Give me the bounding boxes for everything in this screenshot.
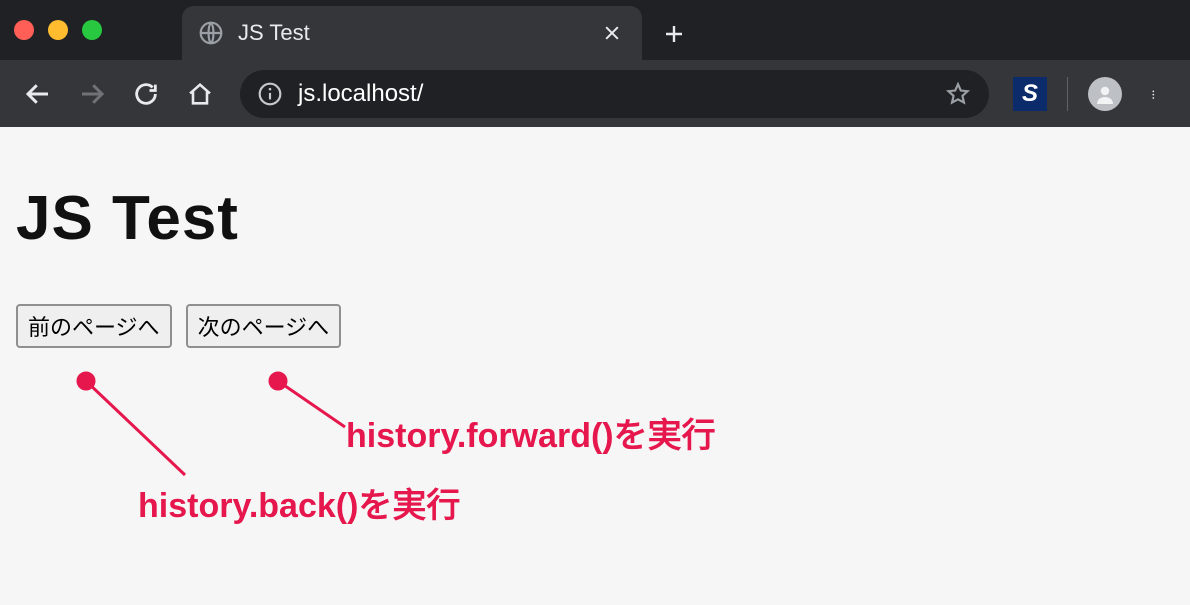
- reload-icon: [132, 80, 160, 108]
- toolbar-separator: [1067, 77, 1068, 111]
- page-heading: JS Test: [16, 183, 1174, 254]
- arrow-left-icon: [23, 79, 53, 109]
- kebab-icon: [1152, 80, 1160, 108]
- prev-page-button[interactable]: 前のページへ: [16, 304, 172, 348]
- address-bar[interactable]: js.localhost/: [240, 70, 989, 118]
- extension-badge[interactable]: S: [1013, 77, 1047, 111]
- tab-title: JS Test: [238, 20, 584, 46]
- info-icon: [257, 81, 283, 107]
- reload-button[interactable]: [122, 70, 170, 118]
- site-info-button[interactable]: [256, 80, 284, 108]
- tab-strip: JS Test: [0, 0, 1190, 60]
- browser-tab[interactable]: JS Test: [182, 6, 642, 60]
- new-tab-button[interactable]: [650, 10, 698, 58]
- star-icon: [945, 81, 971, 107]
- bookmark-button[interactable]: [943, 79, 973, 109]
- person-icon: [1093, 82, 1117, 106]
- close-icon: [602, 23, 622, 43]
- home-button[interactable]: [176, 70, 224, 118]
- arrow-right-icon: [77, 79, 107, 109]
- button-row: 前のページへ 次のページへ: [16, 304, 1174, 348]
- window-minimize-button[interactable]: [48, 20, 68, 40]
- browser-menu-button[interactable]: [1136, 70, 1176, 118]
- window-close-button[interactable]: [14, 20, 34, 40]
- url-text: js.localhost/: [298, 80, 929, 108]
- window-traffic-lights: [14, 0, 102, 60]
- nav-back-button[interactable]: [14, 70, 62, 118]
- home-icon: [186, 80, 214, 108]
- next-page-button[interactable]: 次のページへ: [186, 304, 342, 348]
- browser-toolbar: js.localhost/ S: [0, 60, 1190, 127]
- nav-forward-button[interactable]: [68, 70, 116, 118]
- profile-avatar-button[interactable]: [1088, 77, 1122, 111]
- plus-icon: [662, 22, 686, 46]
- browser-chrome: JS Test: [0, 0, 1190, 127]
- tab-close-button[interactable]: [598, 19, 626, 47]
- globe-icon: [198, 20, 224, 46]
- window-zoom-button[interactable]: [82, 20, 102, 40]
- page-content: JS Test 前のページへ 次のページへ: [0, 127, 1190, 605]
